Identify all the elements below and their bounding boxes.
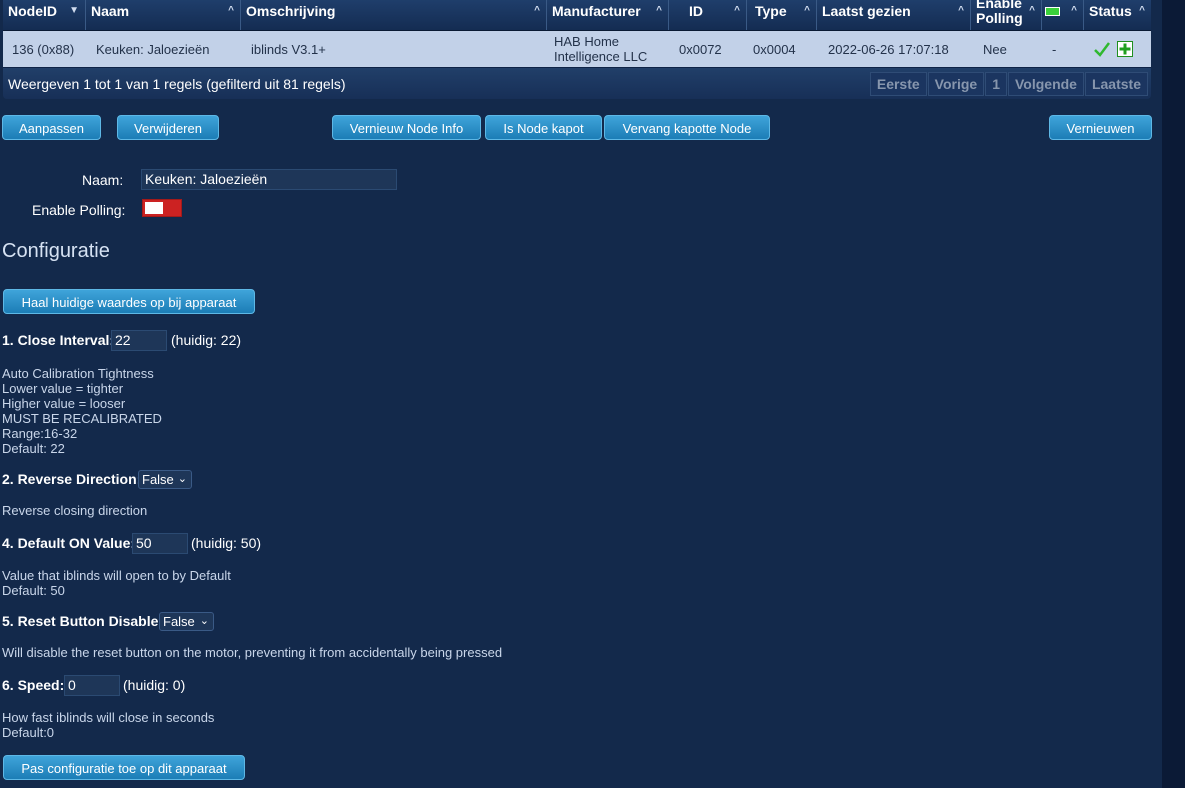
pager-last[interactable]: Laatste (1084, 72, 1148, 96)
checkmark-icon (1094, 42, 1110, 57)
is-node-kapot-button[interactable]: Is Node kapot (485, 115, 602, 140)
col-type-label: Type (755, 3, 787, 19)
param6-input[interactable]: 0 (64, 675, 120, 696)
sort-icon: ^ (534, 5, 540, 16)
param2-label: 2. Reverse Direction: (2, 471, 142, 487)
plus-icon[interactable] (1117, 41, 1133, 57)
row-id: 0x0072 (679, 41, 722, 57)
row-battery: - (1052, 41, 1057, 57)
battery-icon (1045, 7, 1060, 16)
naam-input[interactable]: Keuken: Jaloezieën (141, 169, 397, 190)
param5-desc: Will disable the reset button on the mot… (2, 645, 503, 660)
pagination: Eerste Vorige 1 Volgende Laatste (869, 72, 1148, 96)
param5-select[interactable]: False ⌄ (159, 612, 214, 631)
pager-first[interactable]: Eerste (869, 72, 927, 96)
param4-label: 4. Default ON Value: (2, 535, 136, 551)
row-naam: Keuken: Jaloezieën (96, 41, 210, 57)
col-omschrijving-label: Omschrijving (246, 3, 336, 19)
col-laatst-gezien-label: Laatst gezien (822, 3, 911, 19)
table-row[interactable]: 136 (0x88) Keuken: Jaloezieën iblinds V3… (3, 31, 1151, 67)
param6-label: 6. Speed: (2, 677, 65, 693)
pager-next[interactable]: Volgende (1008, 72, 1084, 96)
sort-icon: ^ (734, 5, 740, 16)
apply-config-button[interactable]: Pas configuratie toe op dit apparaat (3, 755, 245, 780)
pager-prev[interactable]: Vorige (927, 72, 985, 96)
param2-desc: Reverse closing direction (2, 503, 148, 518)
sort-icon: ^ (656, 5, 662, 16)
fetch-values-button[interactable]: Haal huidige waardes op bij apparaat (3, 289, 255, 314)
col-id-label: ID (689, 3, 703, 19)
sort-icon: ^ (958, 5, 964, 16)
sort-icon: ^ (804, 5, 810, 16)
col-naam-label: Naam (91, 3, 130, 19)
col-nodeid[interactable]: NodeID ▼ (3, 0, 86, 30)
verwijderen-button[interactable]: Verwijderen (117, 115, 219, 140)
table-footer: Weergeven 1 tot 1 van 1 regels (gefilter… (3, 67, 1151, 99)
toggle-knob (145, 202, 163, 214)
polling-label: Enable Polling: (32, 202, 126, 218)
pager-page-1[interactable]: 1 (985, 72, 1007, 96)
col-id[interactable]: ID ^ (669, 0, 747, 30)
vernieuwen-button[interactable]: Vernieuwen (1049, 115, 1152, 140)
sort-icon: ^ (228, 5, 234, 16)
param1-label: 1. Close Interval: (2, 332, 115, 348)
row-type: 0x0004 (753, 41, 796, 57)
row-enable-polling: Nee (983, 41, 1007, 57)
chevron-down-icon: ⌄ (199, 615, 209, 627)
table-header: NodeID ▼ Naam ^ Omschrijving ^ Manufactu… (3, 0, 1151, 31)
page-edge (1162, 0, 1185, 788)
table-info: Weergeven 1 tot 1 van 1 regels (gefilter… (8, 76, 346, 92)
col-manufacturer-label: Manufacturer (552, 3, 641, 19)
param1-input[interactable]: 22 (111, 330, 167, 351)
row-laatst-gezien: 2022-06-26 17:07:18 (828, 41, 949, 57)
param4-input[interactable]: 50 (132, 533, 188, 554)
col-status-label: Status (1089, 3, 1132, 19)
param1-desc: Auto Calibration Tightness Lower value = … (2, 366, 162, 456)
node-table: NodeID ▼ Naam ^ Omschrijving ^ Manufactu… (3, 0, 1151, 99)
param6-current: (huidig: 0) (123, 677, 186, 693)
col-naam[interactable]: Naam ^ (86, 0, 241, 30)
param1-current: (huidig: 22) (171, 332, 242, 348)
row-manufacturer: HAB Home Intelligence LLC (554, 34, 648, 64)
col-type[interactable]: Type ^ (747, 0, 817, 30)
polling-toggle[interactable] (142, 199, 182, 217)
param4-desc: Value that iblinds will open to by Defau… (2, 568, 231, 598)
vervang-kapotte-node-button[interactable]: Vervang kapotte Node (604, 115, 770, 140)
sort-desc-icon: ▼ (69, 5, 79, 16)
aanpassen-button[interactable]: Aanpassen (2, 115, 101, 140)
col-nodeid-label: NodeID (8, 3, 57, 19)
col-status[interactable]: Status ^ (1084, 0, 1151, 30)
col-battery[interactable]: ^ (1042, 0, 1084, 30)
sort-icon: ^ (1139, 5, 1145, 16)
col-laatst-gezien[interactable]: Laatst gezien ^ (817, 0, 971, 30)
vernieuw-node-info-button[interactable]: Vernieuw Node Info (332, 115, 481, 140)
configuratie-title: Configuratie (2, 240, 110, 262)
row-omschrijving: iblinds V3.1+ (251, 41, 326, 57)
param6-desc: How fast iblinds will close in seconds De… (2, 710, 215, 740)
naam-label: Naam: (82, 172, 124, 188)
param5-label: 5. Reset Button Disable: (2, 613, 164, 629)
param2-select[interactable]: False ⌄ (138, 470, 192, 489)
row-nodeid: 136 (0x88) (12, 41, 75, 57)
sort-icon: ^ (1029, 5, 1035, 16)
col-enable-polling[interactable]: Enable Polling ^ (971, 0, 1042, 30)
param4-current: (huidig: 50) (191, 535, 262, 551)
col-manufacturer[interactable]: Manufacturer ^ (547, 0, 669, 30)
col-enable-polling-label: Enable Polling (976, 0, 1023, 26)
sort-icon: ^ (1071, 5, 1077, 16)
chevron-down-icon: ⌄ (177, 473, 187, 485)
row-status (1093, 31, 1133, 67)
col-omschrijving[interactable]: Omschrijving ^ (241, 0, 547, 30)
